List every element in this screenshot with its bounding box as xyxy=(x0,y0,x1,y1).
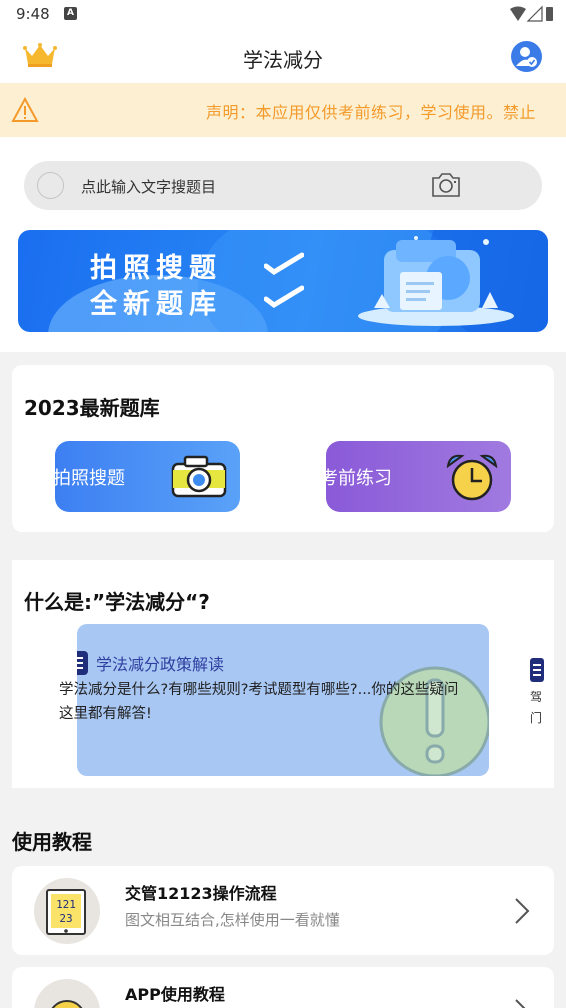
banner-line-2: 全新题库 xyxy=(90,289,222,320)
tutorial-item[interactable]: 121 23 交管12123操作流程 图文相互结合,怎样使用一看就懂 xyxy=(12,866,554,955)
app-bar: 学法减分 xyxy=(0,30,566,83)
warning-icon xyxy=(11,97,39,122)
notice-text: 声明：本应用仅供考前练习，学习使用。禁止 xyxy=(206,103,537,122)
notification-icon: A xyxy=(64,7,77,20)
alarm-clock-icon xyxy=(446,454,498,501)
peek-text-1: 驾 xyxy=(530,690,543,704)
exam-practice-button[interactable]: 考前练习 xyxy=(326,441,511,512)
question-bank-card: 2023最新题库 拍照搜题 考前练习 xyxy=(12,365,554,532)
photo-search-button[interactable]: 拍照搜题 xyxy=(55,441,240,512)
banner-line-1: 拍照搜题 xyxy=(90,253,222,284)
tutorial-thumb: 121 23 xyxy=(34,878,100,944)
page-title: 学法减分 xyxy=(243,48,323,72)
camera-illustration xyxy=(358,236,514,326)
battery-icon xyxy=(546,7,553,21)
svg-text:121: 121 xyxy=(56,898,76,911)
photo-search-label: 拍照搜题 xyxy=(55,468,125,489)
camera-icon[interactable] xyxy=(430,171,462,199)
tutorial-subtitle: 图文相互结合,怎样使用一看就懂 xyxy=(125,911,340,929)
policy-card-title: 学法减分政策解读 xyxy=(96,655,225,674)
next-card-peek[interactable]: 驾 门 xyxy=(530,658,550,728)
user-avatar-icon[interactable] xyxy=(511,41,542,72)
search-bar[interactable]: 点此输入文字搜题目 xyxy=(24,161,542,210)
notice-bar: 声明：本应用仅供考前练习，学习使用。禁止 xyxy=(0,83,566,137)
camera-icon xyxy=(171,455,227,498)
wifi-icon xyxy=(510,6,526,21)
tutorial-item[interactable]: APP使用教程 xyxy=(12,967,554,1008)
tutorial-thumb xyxy=(34,979,100,1008)
question-bank-title: 2023最新题库 xyxy=(24,396,160,420)
smile-icon xyxy=(51,1000,83,1008)
tablet-12123-icon: 121 23 xyxy=(46,889,86,935)
peek-text-2: 门 xyxy=(530,711,543,725)
tutorial-title: APP使用教程 xyxy=(125,985,225,1004)
status-bar: 9:48 A xyxy=(0,0,566,30)
search-input[interactable]: 点此输入文字搜题目 xyxy=(81,176,216,197)
tutorials-title: 使用教程 xyxy=(12,830,92,854)
search-icon xyxy=(37,172,64,199)
chevron-right-icon xyxy=(515,999,526,1008)
exam-practice-label: 考前练习 xyxy=(326,468,392,489)
status-time: 9:48 xyxy=(16,5,50,23)
photo-search-banner[interactable]: 拍照搜题 全新题库 xyxy=(18,230,548,332)
check-icon xyxy=(264,285,304,309)
signal-icon xyxy=(526,5,543,22)
policy-card-desc: 学法减分是什么?有哪些规则?考试题型有哪些?...你的这些疑问这里都有解答! xyxy=(59,682,459,722)
tutorial-title: 交管12123操作流程 xyxy=(125,884,277,903)
svg-text:23: 23 xyxy=(59,912,72,925)
document-icon xyxy=(530,658,544,682)
chevron-right-icon xyxy=(515,898,530,924)
check-icon xyxy=(264,252,304,276)
what-is-card: 什么是:”学法减分“? 学法减分政策解读 学法减分是什么?有哪些规则?考试题型有… xyxy=(12,560,554,788)
document-icon xyxy=(77,651,88,675)
top-area: 点此输入文字搜题目 拍照搜题 全新题库 xyxy=(0,137,566,352)
what-is-title: 什么是:”学法减分“? xyxy=(24,590,210,614)
status-icons xyxy=(510,5,553,22)
